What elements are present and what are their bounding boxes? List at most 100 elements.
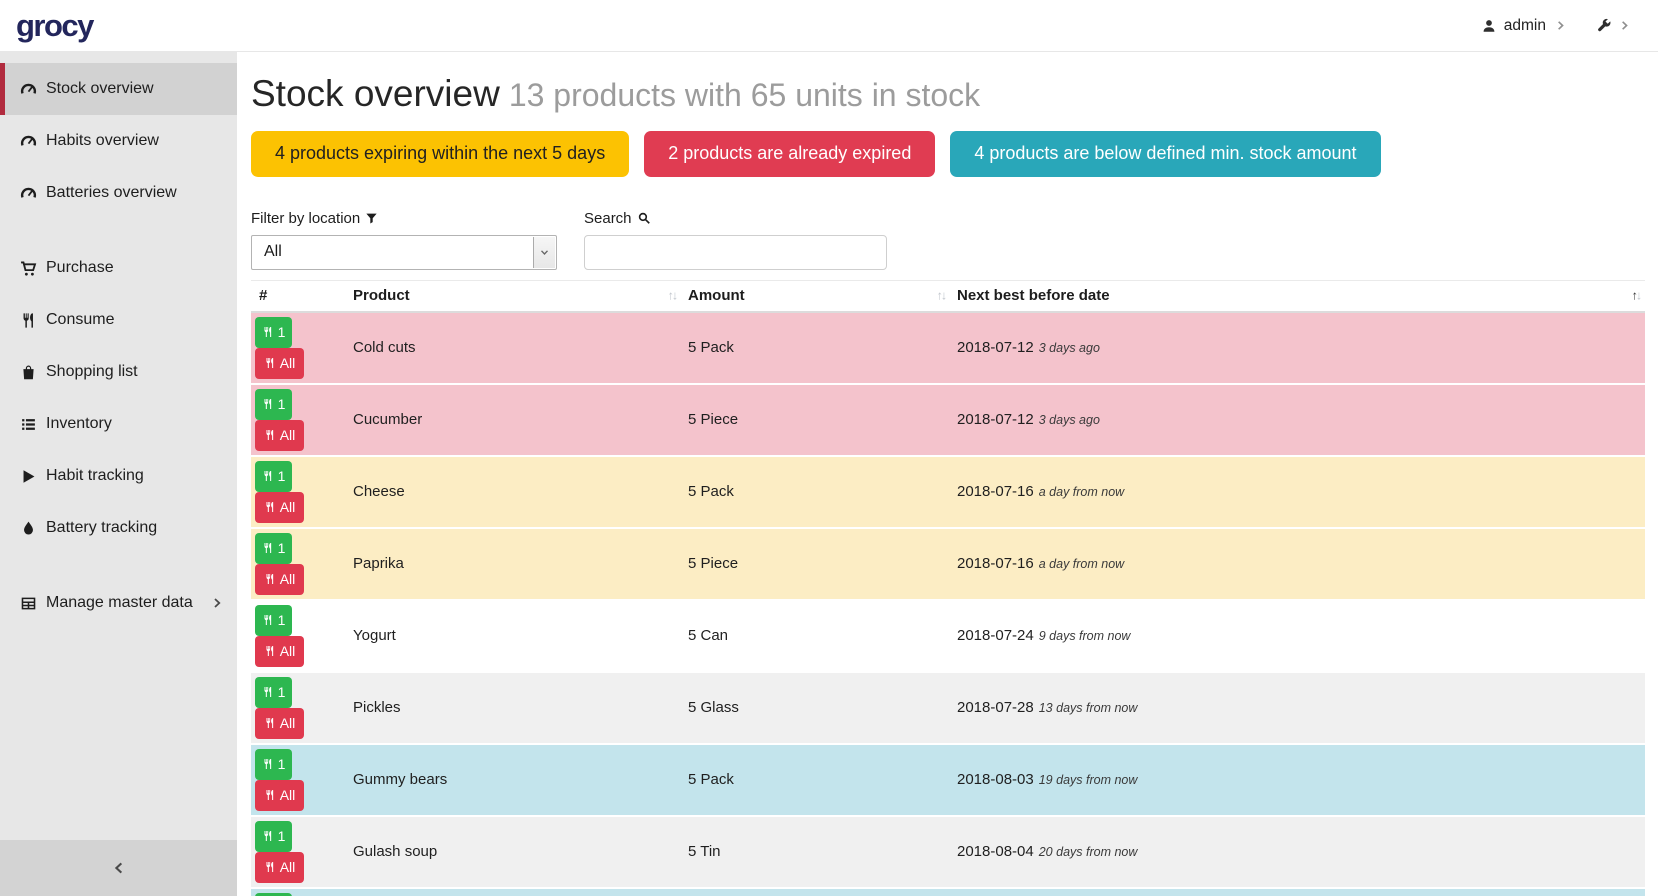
product-name-cell: Pickles: [346, 672, 681, 744]
utensils-icon: [264, 645, 276, 657]
sort-icon: ↑↓: [937, 288, 946, 302]
row-actions: 1 All: [251, 384, 346, 456]
best-before-date-cell: 2018-07-249 days from now: [950, 600, 1645, 672]
sidebar-item[interactable]: Battery tracking: [0, 502, 237, 554]
sidebar-item[interactable]: Consume: [0, 294, 237, 346]
row-actions: 1 All: [251, 456, 346, 528]
amount-cell: 5 Pack: [681, 456, 950, 528]
user-menu[interactable]: admin: [1481, 17, 1566, 35]
page-title: Stock overview13 products with 65 units …: [251, 74, 1645, 115]
status-alerts: 4 products expiring within the next 5 da…: [251, 131, 1645, 177]
sidebar-item-label: Manage master data: [46, 594, 193, 612]
column-header-best-before-date[interactable]: Next best before date↑↓: [950, 280, 1645, 312]
row-actions: 1 All: [251, 312, 346, 384]
consume-all-button[interactable]: All: [255, 564, 304, 595]
settings-menu[interactable]: [1596, 18, 1630, 34]
product-name-cell: Gummy bears: [346, 744, 681, 816]
amount-cell: 5 Glass: [681, 672, 950, 744]
row-actions: 1 All: [251, 600, 346, 672]
date-value: 2018-07-28: [957, 699, 1034, 716]
sort-icon: ↑↓: [668, 288, 677, 302]
consume-all-button[interactable]: All: [255, 636, 304, 667]
product-name-cell: Cold cuts: [346, 312, 681, 384]
product-name-cell: Paprika: [346, 528, 681, 600]
sidebar-item-label: Consume: [46, 311, 114, 329]
utensils-icon: [262, 398, 274, 410]
status-alert-button[interactable]: 4 products expiring within the next 5 da…: [251, 131, 629, 177]
gauge-icon: [22, 136, 35, 144]
best-before-date-cell: 2018-07-16 a day from now: [950, 456, 1645, 528]
chevron-left-icon: [112, 861, 126, 875]
sidebar-item[interactable]: Purchase: [0, 242, 237, 294]
consume-one-button[interactable]: 1: [255, 389, 292, 420]
page-subtitle: 13 products with 65 units in stock: [509, 77, 980, 113]
search-input[interactable]: [584, 235, 887, 270]
cart-icon: [21, 262, 35, 275]
sidebar-item[interactable]: Habits overview: [0, 115, 237, 167]
sidebar-item[interactable]: Shopping list: [0, 346, 237, 398]
status-alert-button[interactable]: 2 products are already expired: [644, 131, 935, 177]
consume-all-button[interactable]: All: [255, 780, 304, 811]
utensils-icon: [264, 501, 276, 513]
consume-one-button[interactable]: 1: [255, 461, 292, 492]
utensils-icon: [264, 573, 276, 585]
status-alert-button[interactable]: 4 products are below defined min. stock …: [950, 131, 1380, 177]
amount-cell: 5 Pack: [681, 744, 950, 816]
sidebar-item[interactable]: Stock overview: [0, 63, 237, 115]
main-content: Stock overview13 products with 65 units …: [237, 52, 1658, 896]
date-value: 2018-07-12: [957, 339, 1034, 356]
consume-all-button[interactable]: All: [255, 708, 304, 739]
product-name-cell: Cheese: [346, 456, 681, 528]
column-header-amount[interactable]: Amount↑↓: [681, 280, 950, 312]
grocy-logo: grocy: [16, 8, 93, 44]
location-select[interactable]: All: [251, 235, 557, 270]
utensils-icon: [264, 357, 276, 369]
sidebar-item[interactable]: Inventory: [0, 398, 237, 450]
sidebar-item-label: Habit tracking: [46, 467, 144, 485]
consume-all-button[interactable]: All: [255, 852, 304, 883]
location-select-value: All: [264, 243, 282, 261]
consume-all-button[interactable]: All: [255, 492, 304, 523]
consume-one-button[interactable]: 1: [255, 605, 292, 636]
consume-all-button[interactable]: All: [255, 420, 304, 451]
consume-one-button[interactable]: 1: [255, 677, 292, 708]
select-dropdown-button[interactable]: [533, 237, 555, 268]
sidebar-item-manage-master-data[interactable]: Manage master data: [0, 577, 237, 629]
consume-one-button[interactable]: 1: [255, 821, 292, 852]
consume-one-button[interactable]: 1: [255, 533, 292, 564]
column-header-product[interactable]: Product↑↓: [346, 280, 681, 312]
product-name-cell: Cookies: [346, 888, 681, 896]
amount-cell: 5 Tin: [681, 816, 950, 888]
relative-time: a day from now: [1039, 485, 1124, 499]
top-navbar: grocy admin: [0, 0, 1658, 52]
sidebar-item[interactable]: Batteries overview: [0, 167, 237, 219]
amount-cell: 5 Pack: [681, 312, 950, 384]
relative-time: 3 days ago: [1039, 341, 1100, 355]
page-title-text: Stock overview: [251, 73, 500, 114]
sidebar-item[interactable]: Habit tracking: [0, 450, 237, 502]
consume-all-button[interactable]: All: [255, 348, 304, 379]
date-value: 2018-07-12: [957, 411, 1034, 428]
amount-cell: 5 Can: [681, 600, 950, 672]
utensils-icon: [264, 861, 276, 873]
chevron-right-icon: [211, 597, 223, 609]
app-window: grocy admin Stock overview: [0, 0, 1658, 896]
gauge-icon: [22, 188, 35, 196]
date-value: 2018-07-16: [957, 483, 1034, 500]
utensils-icon: [262, 830, 274, 842]
relative-time: 20 days from now: [1039, 845, 1138, 859]
sidebar-collapse-button[interactable]: [0, 840, 237, 896]
sidebar-item-label: Inventory: [46, 415, 112, 433]
search-filter: Search: [584, 210, 887, 270]
sidebar: Stock overview Habits overview Batteries…: [0, 52, 237, 896]
play-icon: [24, 470, 35, 482]
utensils-icon: [262, 614, 274, 626]
shopping-bag-icon: [23, 365, 33, 379]
filter-bar: Filter by location All Search: [251, 210, 1645, 270]
table-row: 1 All Cold cuts 5 Pack 2018-07-12 3 days …: [251, 312, 1645, 384]
product-name-cell: Gulash soup: [346, 816, 681, 888]
amount-cell: 5 Piece: [681, 384, 950, 456]
product-name-cell: Cucumber: [346, 384, 681, 456]
consume-one-button[interactable]: 1: [255, 749, 292, 780]
consume-one-button[interactable]: 1: [255, 317, 292, 348]
